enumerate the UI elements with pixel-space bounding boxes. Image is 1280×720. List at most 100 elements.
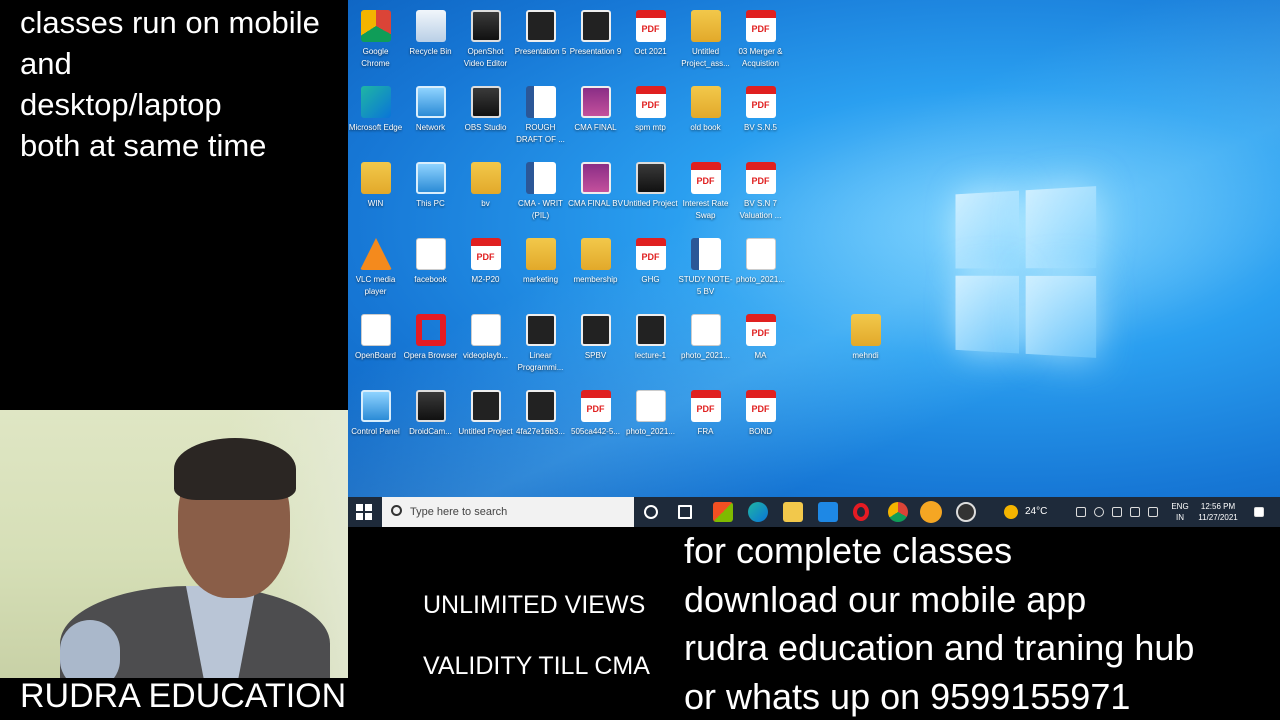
unlimited-views-text: UNLIMITED VIEWS [423,591,646,619]
weather-icon[interactable] [1004,505,1018,519]
desktop-icon[interactable]: WIN [348,156,403,232]
desktop-icon[interactable]: Untitled Project [458,384,513,460]
desktop-icon-label: Untitled Project_ass... [681,47,730,68]
desktop-icon[interactable]: bv [458,156,513,232]
desktop-icon[interactable]: Untitled Project [623,156,678,232]
promo-line: for complete classes [684,530,1013,571]
tray-mic-icon[interactable] [1094,507,1104,517]
desktop-icon-label: Linear Programmi... [517,351,564,372]
desktop-icon-label: 4fa27e16b3... [516,427,565,436]
task-view-icon[interactable] [678,505,692,519]
cortana-icon[interactable] [644,505,658,519]
desktop-icon[interactable]: Control Panel [348,384,403,460]
taskbar-search-box[interactable]: Type here to search [382,497,634,527]
desktop-icon[interactable]: This PC [403,156,458,232]
purple-thumb-icon [580,162,611,194]
tray-device-icon[interactable] [1076,507,1086,517]
desktop-icon[interactable]: PDF FRA [678,384,733,460]
word-doc-icon [690,238,721,270]
desktop-icon[interactable]: 4fa27e16b3... [513,384,568,460]
start-button[interactable] [356,504,372,520]
desktop-icon[interactable]: PDF Oct 2021 [623,4,678,80]
desktop-icon[interactable]: ROUGH DRAFT OF ... [513,80,568,156]
desktop-icon-label: CMA - WRIT (PIL) [518,199,563,220]
language-indicator[interactable]: ENG IN [1170,501,1190,523]
openshot-icon [470,10,501,42]
app-w-icon[interactable] [920,501,942,523]
pdf-icon: PDF [745,86,776,118]
desktop-icon[interactable]: CMA FINAL [568,80,623,156]
desktop-icon[interactable]: DroidCam... [403,384,458,460]
file-icon [415,238,446,270]
mail-icon[interactable] [818,502,838,522]
video-thumb-icon [580,314,611,346]
desktop-icon[interactable]: Linear Programmi... [513,308,568,384]
desktop-icon[interactable]: lecture-1 [623,308,678,384]
desktop-icon[interactable]: PDF M2-P20 [458,232,513,308]
video-thumb-icon [580,10,611,42]
desktop-icon[interactable]: PDF BV S.N.5 [733,80,788,156]
archive-icon [525,238,556,270]
desktop-icon[interactable]: PDF MA [733,308,788,384]
notification-icon[interactable] [1254,507,1264,517]
desktop-icon[interactable]: photo_2021... [623,384,678,460]
desktop-icon[interactable]: membership [568,232,623,308]
desktop-icon[interactable]: Opera Browser [403,308,458,384]
weather-temperature[interactable]: 24°C [1025,497,1047,527]
desktop-icon-label: mehndi [852,351,879,360]
desktop-icon[interactable]: videoplayb... [458,308,513,384]
desktop-icon[interactable]: PDF 505ca442-5... [568,384,623,460]
desktop-icon-label: MA [754,351,767,360]
desktop-icon[interactable]: CMA FINAL BV [568,156,623,232]
tray-pen-icon[interactable] [1148,507,1158,517]
desktop-icon[interactable]: VLC media player [348,232,403,308]
desktop-icon-label: VLC media player [355,275,396,296]
desktop-icon[interactable]: PDF spm mtp [623,80,678,156]
promo-line: or whats up on 9599155971 [684,675,1131,717]
clock[interactable]: 12:56 PM 11/27/2021 [1196,501,1240,523]
chrome-taskbar-icon[interactable] [888,502,908,522]
desktop-icon[interactable]: PDF 03 Merger & Acquistion [733,4,788,80]
tray-volume-icon[interactable] [1130,507,1140,517]
desktop-icon[interactable]: PDF BOND [733,384,788,460]
desktop-icon[interactable]: Presentation 5 [513,4,568,80]
desktop-icon[interactable]: Network [403,80,458,156]
desktop-icon[interactable]: OBS Studio [458,80,513,156]
desktop-icon[interactable]: PDF GHG [623,232,678,308]
vlc-icon [359,238,392,270]
desktop-icon[interactable]: OpenShot Video Editor [458,4,513,80]
desktop-icon[interactable]: Untitled Project_ass... [678,4,733,80]
desktop-icon[interactable]: PDF Interest Rate Swap [678,156,733,232]
desktop-icon[interactable]: PDF BV S.N 7 Valuation ... [733,156,788,232]
desktop-icon[interactable]: mehndi [838,308,893,384]
opera-taskbar-icon[interactable] [853,503,869,521]
pdf-icon: PDF [745,162,776,194]
tray-network-icon[interactable] [1112,507,1122,517]
file-explorer-icon[interactable] [783,502,803,522]
pdf-icon: PDF [745,10,776,42]
desktop-icon-label: lecture-1 [634,351,667,360]
desktop-icon[interactable]: OpenBoard [348,308,403,384]
desktop-icon[interactable]: CMA - WRIT (PIL) [513,156,568,232]
openboard-icon [360,314,391,346]
desktop-icon[interactable]: STUDY NOTE-5 BV [678,232,733,308]
obs-taskbar-icon[interactable] [956,502,976,522]
desktop-icon[interactable]: old book [678,80,733,156]
desktop-icon[interactable]: Recycle Bin [403,4,458,80]
winrar-icon [850,314,881,346]
store-icon[interactable] [713,502,733,522]
desktop-icon[interactable]: photo_2021... [678,308,733,384]
opera-icon [415,314,446,346]
desktop-icon[interactable]: photo_2021... [733,232,788,308]
desktop-icon[interactable]: Presentation 9 [568,4,623,80]
desktop-icon[interactable]: facebook [403,232,458,308]
desktop-icon-label: Recycle Bin [409,47,452,56]
validity-text: VALIDITY TILL CMA [423,652,650,680]
desktop-icon-label: Presentation 9 [569,47,622,56]
tray-chevron-icon[interactable] [1058,505,1068,515]
user-folder-icon [360,162,391,194]
edge-taskbar-icon[interactable] [748,502,768,522]
desktop-icon[interactable]: SPBV [568,308,623,384]
desktop-icon[interactable]: marketing [513,232,568,308]
winrar-icon [690,86,721,118]
